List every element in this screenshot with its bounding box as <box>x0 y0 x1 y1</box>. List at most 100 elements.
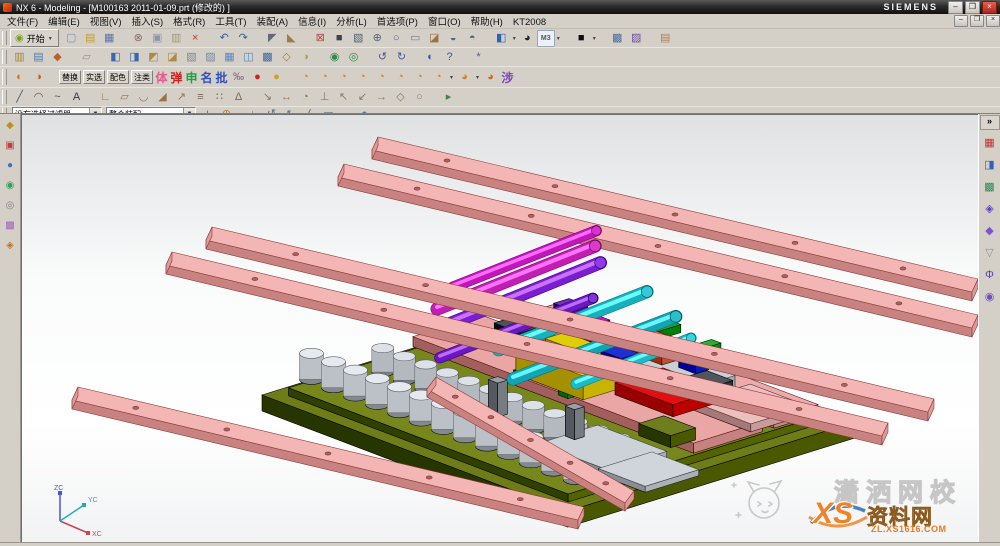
help-point-icon[interactable]: ? <box>440 49 459 66</box>
view-tool-8-icon[interactable]: ◫ <box>239 49 258 66</box>
star-tool-icon[interactable]: * <box>469 49 488 66</box>
sketch-tool-3-icon[interactable]: → <box>372 89 391 106</box>
macro-button-0[interactable]: 替换 <box>59 70 81 84</box>
macro-char-1[interactable]: 弹 <box>169 69 184 86</box>
view-tool-6-icon[interactable]: ▨ <box>201 49 220 66</box>
macro-button-1[interactable]: 实选 <box>83 70 105 84</box>
util-7-icon[interactable]: ◔ <box>410 69 429 86</box>
chevron-down-icon[interactable]: ▾ <box>591 35 598 42</box>
wcs-dynamics-icon[interactable]: ↺ <box>373 49 392 66</box>
cube-view-iso-icon[interactable]: ▨ <box>627 30 646 47</box>
restore-button[interactable]: ❒ <box>965 1 980 14</box>
macro-char-0[interactable]: 体 <box>154 69 169 86</box>
macro-char-4[interactable]: 批 <box>214 69 229 86</box>
ball-red-icon[interactable]: ● <box>248 69 267 86</box>
work-plane-icon[interactable]: ▱ <box>77 49 96 66</box>
die-tool-f-icon[interactable]: ▩ <box>1 217 19 235</box>
chevron-down-icon[interactable]: ▾ <box>448 74 455 81</box>
view-palette-icon[interactable]: ▽ <box>980 243 1000 264</box>
text-icon[interactable]: A <box>67 89 86 106</box>
open-file-icon[interactable]: ▤ <box>81 30 100 47</box>
view-style-1-icon[interactable]: ◐ <box>10 69 29 86</box>
extend-icon[interactable]: ↗ <box>172 89 191 106</box>
menu-item-1[interactable]: 编辑(E) <box>43 17 85 28</box>
arc-icon[interactable]: ◠ <box>29 89 48 106</box>
util-2-icon[interactable]: ◔ <box>315 69 334 86</box>
child-close-button[interactable]: × <box>986 15 1000 27</box>
cube-view-front-icon[interactable]: ▩ <box>608 30 627 47</box>
m3-tool-icon[interactable]: M3 <box>537 30 555 47</box>
view-tool-2-icon[interactable]: ◨ <box>125 49 144 66</box>
hd3d-tool-icon[interactable]: ▦ <box>980 133 1000 154</box>
util-9-icon[interactable]: ◕ <box>455 69 474 86</box>
paste-icon[interactable]: ▥ <box>167 30 186 47</box>
sketch-tool-2-icon[interactable]: ↙ <box>353 89 372 106</box>
util-3-icon[interactable]: ◔ <box>334 69 353 86</box>
redo-icon[interactable]: ↷ <box>234 30 253 47</box>
assembly-navigator-icon[interactable]: ◨ <box>980 155 1000 176</box>
view-tool-5-icon[interactable]: ▧ <box>182 49 201 66</box>
menu-item-12[interactable]: KT2008 <box>508 17 551 28</box>
resource-bar-expander[interactable]: » <box>980 115 1000 130</box>
finish-flag-icon[interactable]: ▸ <box>439 89 458 106</box>
spline-icon[interactable]: ~ <box>48 89 67 106</box>
line-icon[interactable]: ╱ <box>10 89 29 106</box>
dim-linear-icon[interactable]: ↔ <box>277 89 296 106</box>
reuse-library-icon[interactable]: ◆ <box>980 221 1000 242</box>
util-1-icon[interactable]: ◔ <box>296 69 315 86</box>
pan-view-icon[interactable]: ▭ <box>406 30 425 47</box>
sketch-tool-1-icon[interactable]: ↖ <box>334 89 353 106</box>
die-tool-b-icon[interactable]: ▣ <box>1 137 19 155</box>
orient-view-icon[interactable]: ◪ <box>425 30 444 47</box>
part-navigator-icon[interactable]: ◈ <box>980 199 1000 220</box>
percent-tool-icon[interactable]: ‰ <box>229 69 248 86</box>
wcs-rotate-icon[interactable]: ↻ <box>392 49 411 66</box>
menu-item-8[interactable]: 分析(L) <box>331 17 372 28</box>
layer-settings-icon[interactable]: ◉ <box>325 49 344 66</box>
die-tool-d-icon[interactable]: ◉ <box>1 177 19 195</box>
die-tool-g-icon[interactable]: ◈ <box>1 237 19 255</box>
macro-char-2[interactable]: 申 <box>184 69 199 86</box>
fillet-icon[interactable]: ◡ <box>134 89 153 106</box>
close-view-icon[interactable]: ⊠ <box>311 30 330 47</box>
start-button[interactable]: ◉ 开始 ▾ <box>10 29 59 47</box>
offset-curve-icon[interactable]: ≡ <box>191 89 210 106</box>
pattern-curve-icon[interactable]: ∷ <box>210 89 229 106</box>
menu-item-10[interactable]: 窗口(O) <box>423 17 466 28</box>
trim-icon[interactable]: ◢ <box>153 89 172 106</box>
cut-icon[interactable]: ⊗ <box>129 30 148 47</box>
close-button[interactable]: × <box>982 1 997 14</box>
3d-die-model[interactable] <box>22 115 978 532</box>
menu-item-9[interactable]: 首选项(P) <box>372 17 423 28</box>
rotate-view-icon[interactable]: ○ <box>387 30 406 47</box>
menu-item-3[interactable]: 插入(S) <box>126 17 168 28</box>
chevron-down-icon[interactable]: ▾ <box>511 35 518 42</box>
macro-button-3[interactable]: 注类 <box>131 70 153 84</box>
material-palette-icon[interactable]: ◉ <box>980 287 1000 308</box>
profile-icon[interactable]: ∟ <box>96 89 115 106</box>
snap-handle-icon[interactable]: ◒ <box>444 30 463 47</box>
view-tool-10-icon[interactable]: ◇ <box>277 49 296 66</box>
background-color-icon[interactable]: ■ <box>572 30 591 47</box>
undo-icon[interactable]: ↶ <box>215 30 234 47</box>
mirror-curve-icon[interactable]: Δ <box>229 89 248 106</box>
delete-icon[interactable]: × <box>186 30 205 47</box>
util-6-icon[interactable]: ◔ <box>391 69 410 86</box>
layer-visible-icon[interactable]: ◎ <box>344 49 363 66</box>
menu-item-4[interactable]: 格式(R) <box>168 17 210 28</box>
section-view-icon[interactable]: ◓ <box>463 30 482 47</box>
toolbar-grip[interactable] <box>2 90 7 104</box>
macro-char-3[interactable]: 名 <box>199 69 214 86</box>
view-tool-9-icon[interactable]: ▩ <box>258 49 277 66</box>
macro-button-2[interactable]: 配色 <box>107 70 129 84</box>
ball-gold-icon[interactable]: ● <box>267 69 286 86</box>
view-tool-3-icon[interactable]: ◩ <box>144 49 163 66</box>
graphics-viewport[interactable]: ZC XC YC 潇洒网校 <box>21 114 978 543</box>
view-tool-11-icon[interactable]: ◑ <box>296 49 315 66</box>
menu-item-6[interactable]: 装配(A) <box>252 17 294 28</box>
fill-display-icon[interactable]: ■ <box>330 30 349 47</box>
menu-item-11[interactable]: 帮助(H) <box>466 17 508 28</box>
shaded-display-icon[interactable]: ◧ <box>492 30 511 47</box>
constraint-navigator-icon[interactable]: ▩ <box>980 177 1000 198</box>
view-tool-7-icon[interactable]: ▦ <box>220 49 239 66</box>
